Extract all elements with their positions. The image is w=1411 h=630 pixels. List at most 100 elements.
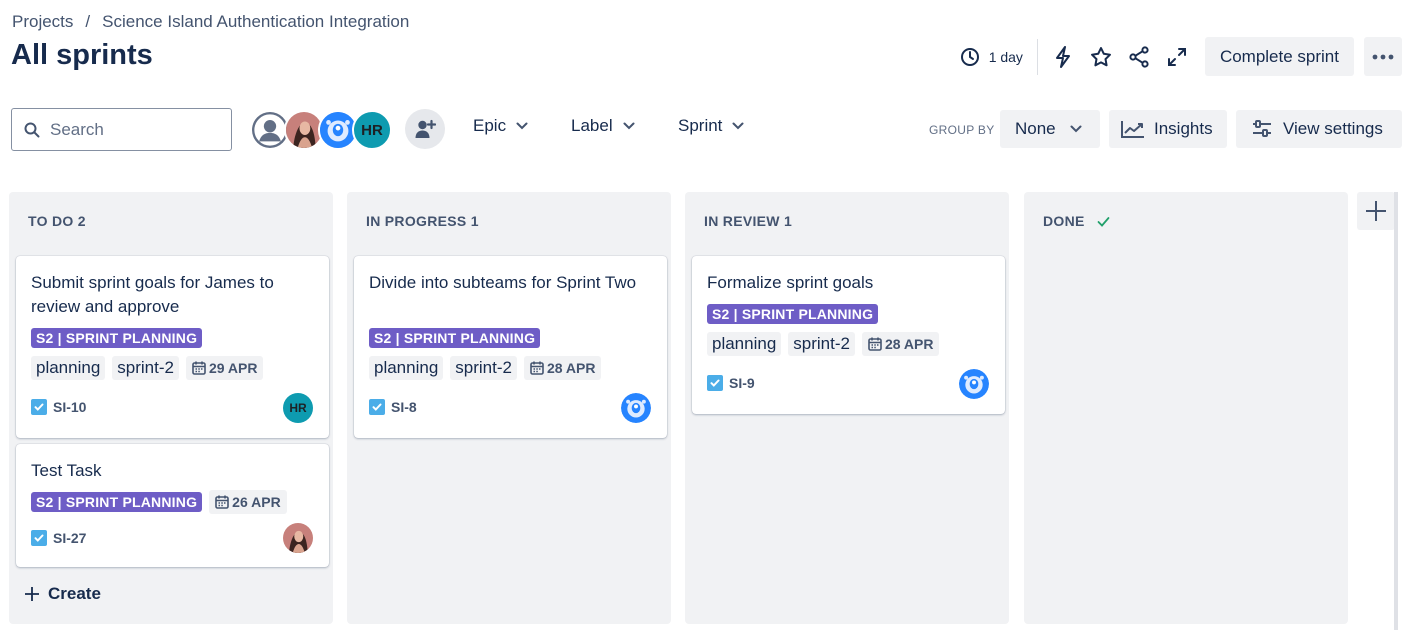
- epic-lozenge: S2 | SPRINT PLANNING: [31, 492, 203, 512]
- board-toolbar: HR Epic Label Sprint GROUP BY None Insig…: [11, 108, 1402, 152]
- label-filter-label: Label: [571, 116, 613, 135]
- view-settings-label: View settings: [1283, 119, 1383, 138]
- more-icon: [1372, 54, 1394, 59]
- assignee-avatar[interactable]: [621, 393, 651, 423]
- search-box: [11, 108, 232, 151]
- column-header: IN PROGRESS 1: [366, 213, 479, 229]
- task-checkbox-icon: [31, 530, 47, 546]
- issue-card[interactable]: Divide into subteams for Sprint Two S2 |…: [354, 256, 667, 438]
- calendar-icon: [215, 495, 229, 509]
- card-title: Submit sprint goals for James to review …: [31, 273, 274, 316]
- column-todo: TO DO 2 Submit sprint goals for James to…: [9, 192, 333, 624]
- breadcrumb-projects-link[interactable]: Projects: [12, 12, 73, 32]
- group-by-label: GROUP BY: [929, 123, 995, 137]
- create-issue-button[interactable]: Create: [24, 584, 101, 604]
- avatar-hr[interactable]: HR: [352, 110, 392, 150]
- label-chip[interactable]: planning: [707, 332, 782, 356]
- due-date-chip: 26 APR: [209, 490, 287, 514]
- assignee-avatar-filter: HR: [250, 110, 392, 150]
- chart-trend-icon: [1121, 121, 1144, 138]
- done-check-icon: [1097, 216, 1110, 227]
- column-done: DONE: [1024, 192, 1348, 624]
- due-date: 28 APR: [884, 336, 934, 352]
- issue-card[interactable]: Submit sprint goals for James to review …: [16, 256, 329, 438]
- complete-sprint-button[interactable]: Complete sprint: [1204, 37, 1354, 76]
- breadcrumb-separator: /: [85, 12, 91, 31]
- clock-icon: [960, 47, 979, 66]
- column-title: DONE: [1043, 213, 1085, 229]
- label-chip[interactable]: sprint-2: [112, 356, 179, 380]
- more-actions-button[interactable]: [1364, 37, 1402, 76]
- due-date: 26 APR: [232, 494, 281, 510]
- label-filter[interactable]: Label: [571, 116, 635, 136]
- breadcrumb: Projects / Science Island Authentication…: [12, 12, 409, 32]
- star-button[interactable]: [1082, 38, 1120, 76]
- due-date: 29 APR: [208, 360, 258, 376]
- insights-button[interactable]: Insights: [1109, 110, 1227, 148]
- chevron-down-icon: [1070, 125, 1082, 133]
- horizontal-scrollbar[interactable]: [1394, 192, 1398, 630]
- epic-lozenge: S2 | SPRINT PLANNING: [31, 328, 203, 348]
- issue-card[interactable]: Test Task S2 | SPRINT PLANNING 26 APR SI…: [16, 444, 329, 567]
- insights-label: Insights: [1154, 119, 1213, 138]
- breadcrumb-project-link[interactable]: Science Island Authentication Integratio…: [102, 12, 409, 32]
- expand-icon: [1167, 47, 1186, 66]
- task-checkbox-icon: [369, 399, 385, 415]
- card-title: Formalize sprint goals: [707, 273, 874, 292]
- chevron-down-icon: [623, 122, 635, 130]
- column-title: TO DO 2: [28, 213, 86, 229]
- group-by-value: None: [1015, 119, 1056, 138]
- due-date-chip: 28 APR: [523, 356, 602, 380]
- epic-filter-label: Epic: [473, 116, 507, 135]
- task-checkbox-icon: [707, 375, 723, 391]
- robot-avatar-icon: [320, 112, 356, 148]
- label-chip[interactable]: sprint-2: [450, 356, 517, 380]
- add-column-button[interactable]: [1357, 192, 1395, 230]
- calendar-icon: [530, 361, 544, 375]
- sprint-time-remaining[interactable]: 1 day: [960, 38, 1038, 75]
- assignee-avatar[interactable]: [959, 369, 989, 399]
- sprint-actions: 1 day Complete sprint: [960, 37, 1402, 76]
- task-checkbox-icon: [31, 399, 47, 415]
- column-in-progress: IN PROGRESS 1 Divide into subteams for S…: [347, 192, 671, 624]
- column-title: IN REVIEW 1: [704, 213, 793, 229]
- plus-icon: [25, 587, 39, 601]
- label-chip[interactable]: sprint-2: [788, 332, 855, 356]
- card-title: Divide into subteams for Sprint Two: [369, 273, 637, 292]
- epic-lozenge: S2 | SPRINT PLANNING: [369, 328, 541, 348]
- add-person-icon: [415, 119, 436, 138]
- column-header: TO DO 2: [28, 213, 86, 229]
- assignee-avatar[interactable]: HR: [283, 393, 313, 423]
- create-label: Create: [48, 584, 101, 603]
- sprint-filter[interactable]: Sprint: [678, 116, 744, 136]
- add-people-button[interactable]: [405, 109, 445, 149]
- issue-key[interactable]: SI-9: [729, 375, 755, 391]
- time-remaining-text: 1 day: [988, 48, 1023, 65]
- search-input[interactable]: [50, 119, 210, 140]
- assignee-avatar[interactable]: [283, 523, 313, 553]
- due-date-chip: 28 APR: [861, 332, 940, 356]
- issue-key[interactable]: SI-8: [391, 399, 417, 415]
- issue-key[interactable]: SI-10: [53, 399, 86, 415]
- column-in-review: IN REVIEW 1 Formalize sprint goals S2 | …: [685, 192, 1009, 624]
- view-settings-button[interactable]: View settings: [1236, 110, 1402, 148]
- robot-avatar-icon: [621, 393, 651, 423]
- label-chip[interactable]: planning: [369, 356, 444, 380]
- search-icon: [24, 122, 40, 137]
- fullscreen-button[interactable]: [1158, 38, 1196, 76]
- group-by-select[interactable]: None: [1000, 110, 1100, 148]
- user-photo-icon: [286, 112, 322, 148]
- lightning-icon: [1055, 45, 1070, 68]
- calendar-icon: [192, 361, 206, 375]
- epic-filter[interactable]: Epic: [473, 116, 528, 136]
- sliders-icon: [1253, 120, 1271, 137]
- issue-card[interactable]: Formalize sprint goals S2 | SPRINT PLANN…: [692, 256, 1005, 414]
- automation-button[interactable]: [1044, 38, 1082, 76]
- column-header: DONE: [1043, 213, 1110, 229]
- issue-key[interactable]: SI-27: [53, 530, 86, 546]
- user-photo-icon: [283, 523, 313, 553]
- share-button[interactable]: [1120, 38, 1158, 76]
- label-chip[interactable]: planning: [31, 356, 106, 380]
- chevron-down-icon: [732, 122, 744, 130]
- plus-icon: [1366, 201, 1386, 221]
